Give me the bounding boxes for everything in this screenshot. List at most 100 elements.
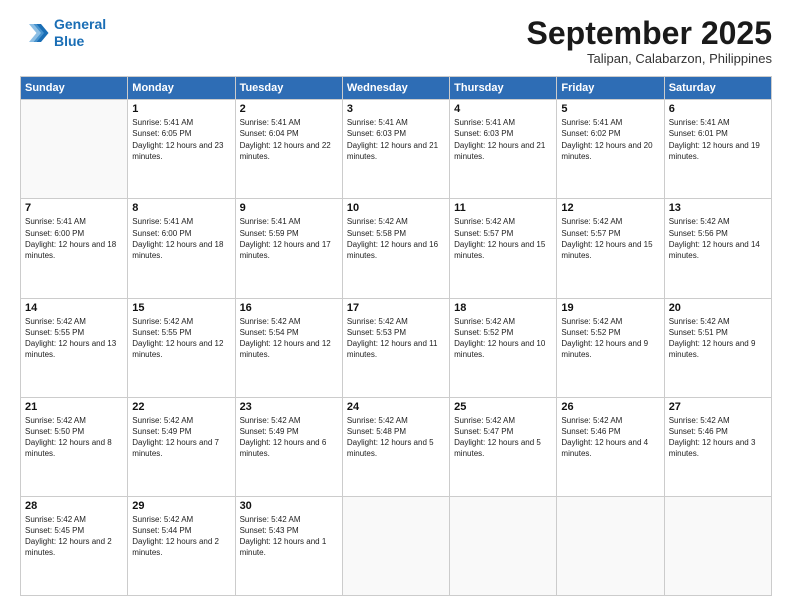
logo-icon: [20, 18, 50, 48]
cell-info: Sunrise: 5:42 AM Sunset: 5:49 PM Dayligh…: [132, 415, 230, 460]
day-number: 17: [347, 302, 445, 314]
cell-info: Sunrise: 5:42 AM Sunset: 5:46 PM Dayligh…: [669, 415, 767, 460]
day-number: 24: [347, 401, 445, 413]
cell-info: Sunrise: 5:41 AM Sunset: 6:03 PM Dayligh…: [454, 117, 552, 162]
table-row: 19 Sunrise: 5:42 AM Sunset: 5:52 PM Dayli…: [557, 298, 664, 397]
table-row: 3 Sunrise: 5:41 AM Sunset: 6:03 PM Daylig…: [342, 100, 449, 199]
table-row: 22 Sunrise: 5:42 AM Sunset: 5:49 PM Dayli…: [128, 397, 235, 496]
day-number: 4: [454, 103, 552, 115]
day-number: 8: [132, 202, 230, 214]
day-number: 10: [347, 202, 445, 214]
table-row: 13Sunrise: 5:42 AM Sunset: 5:56 PM Dayli…: [664, 199, 771, 298]
day-number: 15: [132, 302, 230, 314]
table-row: 23Sunrise: 5:42 AM Sunset: 5:49 PM Dayli…: [235, 397, 342, 496]
day-number: 22: [132, 401, 230, 413]
col-sunday: Sunday: [21, 77, 128, 100]
day-number: 3: [347, 103, 445, 115]
table-row: [557, 496, 664, 595]
day-number: 26: [561, 401, 659, 413]
day-number: 25: [454, 401, 552, 413]
table-row: 8 Sunrise: 5:41 AM Sunset: 6:00 PM Daylig…: [128, 199, 235, 298]
cell-info: Sunrise: 5:42 AM Sunset: 5:43 PM Dayligh…: [240, 514, 338, 559]
cell-info: Sunrise: 5:41 AM Sunset: 6:05 PM Dayligh…: [132, 117, 230, 162]
cell-info: Sunrise: 5:42 AM Sunset: 5:53 PM Dayligh…: [347, 316, 445, 361]
cell-info: Sunrise: 5:41 AM Sunset: 6:02 PM Dayligh…: [561, 117, 659, 162]
cell-info: Sunrise: 5:41 AM Sunset: 6:01 PM Dayligh…: [669, 117, 767, 162]
cell-info: Sunrise: 5:42 AM Sunset: 5:52 PM Dayligh…: [561, 316, 659, 361]
col-wednesday: Wednesday: [342, 77, 449, 100]
table-row: 6 Sunrise: 5:41 AM Sunset: 6:01 PM Daylig…: [664, 100, 771, 199]
calendar-table: Sunday Monday Tuesday Wednesday Thursday…: [20, 76, 772, 596]
table-row: 24 Sunrise: 5:42 AM Sunset: 5:48 PM Dayli…: [342, 397, 449, 496]
header-row: Sunday Monday Tuesday Wednesday Thursday…: [21, 77, 772, 100]
day-number: 16: [240, 302, 338, 314]
table-row: 5 Sunrise: 5:41 AM Sunset: 6:02 PM Daylig…: [557, 100, 664, 199]
day-number: 21: [25, 401, 123, 413]
table-row: 12Sunrise: 5:42 AM Sunset: 5:57 PM Dayli…: [557, 199, 664, 298]
calendar-week-3: 14 Sunrise: 5:42 AM Sunset: 5:55 PM Dayli…: [21, 298, 772, 397]
day-number: 11: [454, 202, 552, 214]
table-row: 10 Sunrise: 5:42 AM Sunset: 5:58 PM Dayli…: [342, 199, 449, 298]
day-number: 2: [240, 103, 338, 115]
cell-info: Sunrise: 5:42 AM Sunset: 5:58 PM Dayligh…: [347, 216, 445, 261]
cell-info: Sunrise: 5:42 AM Sunset: 5:50 PM Dayligh…: [25, 415, 123, 460]
cell-info: Sunrise: 5:41 AM Sunset: 6:04 PM Dayligh…: [240, 117, 338, 162]
cell-info: Sunrise: 5:41 AM Sunset: 6:00 PM Dayligh…: [25, 216, 123, 261]
table-row: 25Sunrise: 5:42 AM Sunset: 5:47 PM Dayli…: [450, 397, 557, 496]
table-row: 1 Sunrise: 5:41 AM Sunset: 6:05 PM Daylig…: [128, 100, 235, 199]
table-row: 26 Sunrise: 5:42 AM Sunset: 5:46 PM Dayli…: [557, 397, 664, 496]
day-number: 18: [454, 302, 552, 314]
table-row: 21 Sunrise: 5:42 AM Sunset: 5:50 PM Dayli…: [21, 397, 128, 496]
cell-info: Sunrise: 5:42 AM Sunset: 5:44 PM Dayligh…: [132, 514, 230, 559]
day-number: 6: [669, 103, 767, 115]
calendar-week-4: 21 Sunrise: 5:42 AM Sunset: 5:50 PM Dayli…: [21, 397, 772, 496]
calendar-week-5: 28Sunrise: 5:42 AM Sunset: 5:45 PM Dayli…: [21, 496, 772, 595]
table-row: 17 Sunrise: 5:42 AM Sunset: 5:53 PM Dayli…: [342, 298, 449, 397]
day-number: 23: [240, 401, 338, 413]
calendar-week-2: 7 Sunrise: 5:41 AM Sunset: 6:00 PM Daylig…: [21, 199, 772, 298]
table-row: 11 Sunrise: 5:42 AM Sunset: 5:57 PM Dayli…: [450, 199, 557, 298]
cell-info: Sunrise: 5:42 AM Sunset: 5:46 PM Dayligh…: [561, 415, 659, 460]
col-friday: Friday: [557, 77, 664, 100]
month-title: September 2025: [527, 16, 772, 51]
day-number: 29: [132, 500, 230, 512]
day-number: 7: [25, 202, 123, 214]
cell-info: Sunrise: 5:42 AM Sunset: 5:57 PM Dayligh…: [561, 216, 659, 261]
day-number: 19: [561, 302, 659, 314]
table-row: [342, 496, 449, 595]
cell-info: Sunrise: 5:42 AM Sunset: 5:48 PM Dayligh…: [347, 415, 445, 460]
table-row: 7 Sunrise: 5:41 AM Sunset: 6:00 PM Daylig…: [21, 199, 128, 298]
table-row: 16 Sunrise: 5:42 AM Sunset: 5:54 PM Dayli…: [235, 298, 342, 397]
logo-text: General Blue: [54, 16, 106, 50]
col-tuesday: Tuesday: [235, 77, 342, 100]
table-row: 9Sunrise: 5:41 AM Sunset: 5:59 PM Daylig…: [235, 199, 342, 298]
table-row: 4 Sunrise: 5:41 AM Sunset: 6:03 PM Daylig…: [450, 100, 557, 199]
table-row: 30 Sunrise: 5:42 AM Sunset: 5:43 PM Dayli…: [235, 496, 342, 595]
table-row: 20Sunrise: 5:42 AM Sunset: 5:51 PM Dayli…: [664, 298, 771, 397]
day-number: 1: [132, 103, 230, 115]
table-row: [664, 496, 771, 595]
location: Talipan, Calabarzon, Philippines: [527, 51, 772, 66]
day-number: 20: [669, 302, 767, 314]
table-row: [21, 100, 128, 199]
table-row: 29 Sunrise: 5:42 AM Sunset: 5:44 PM Dayli…: [128, 496, 235, 595]
table-row: 28Sunrise: 5:42 AM Sunset: 5:45 PM Dayli…: [21, 496, 128, 595]
day-number: 30: [240, 500, 338, 512]
cell-info: Sunrise: 5:41 AM Sunset: 6:03 PM Dayligh…: [347, 117, 445, 162]
table-row: 2 Sunrise: 5:41 AM Sunset: 6:04 PM Daylig…: [235, 100, 342, 199]
table-row: 15Sunrise: 5:42 AM Sunset: 5:55 PM Dayli…: [128, 298, 235, 397]
cell-info: Sunrise: 5:41 AM Sunset: 5:59 PM Dayligh…: [240, 216, 338, 261]
day-number: 14: [25, 302, 123, 314]
cell-info: Sunrise: 5:42 AM Sunset: 5:54 PM Dayligh…: [240, 316, 338, 361]
cell-info: Sunrise: 5:41 AM Sunset: 6:00 PM Dayligh…: [132, 216, 230, 261]
table-row: 18Sunrise: 5:42 AM Sunset: 5:52 PM Dayli…: [450, 298, 557, 397]
col-saturday: Saturday: [664, 77, 771, 100]
table-row: 14 Sunrise: 5:42 AM Sunset: 5:55 PM Dayli…: [21, 298, 128, 397]
cell-info: Sunrise: 5:42 AM Sunset: 5:55 PM Dayligh…: [25, 316, 123, 361]
day-number: 27: [669, 401, 767, 413]
logo: General Blue: [20, 16, 106, 50]
calendar-week-1: 1 Sunrise: 5:41 AM Sunset: 6:05 PM Daylig…: [21, 100, 772, 199]
day-number: 13: [669, 202, 767, 214]
cell-info: Sunrise: 5:42 AM Sunset: 5:57 PM Dayligh…: [454, 216, 552, 261]
day-number: 5: [561, 103, 659, 115]
